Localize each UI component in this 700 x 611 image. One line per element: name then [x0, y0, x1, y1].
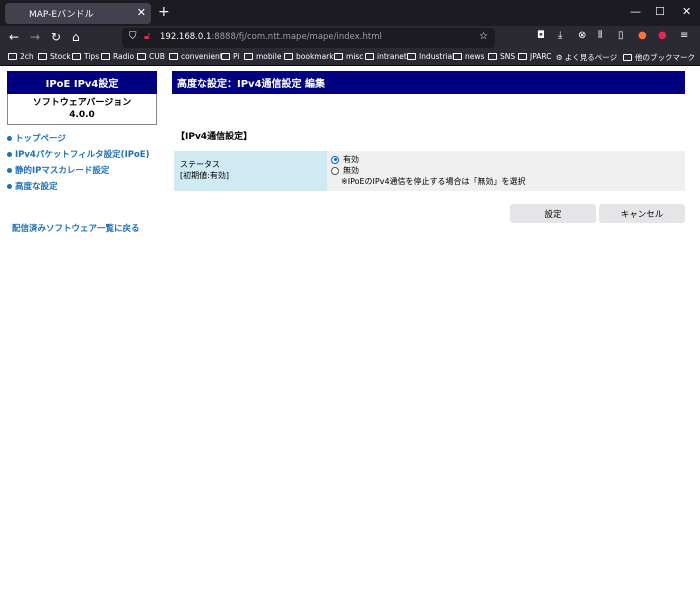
gear-icon: ⚙ [556, 53, 563, 62]
browser-window: MAP-Eバンドル ✕ + — ☐ ✕ ← → ↻ ⌂ ⛉ 🔓︎ 192.168… [0, 0, 700, 611]
bookmark-news[interactable]: news [453, 52, 484, 61]
sidebar-item-top-page[interactable]: トップページ [7, 130, 150, 146]
shield-icon[interactable]: ⛉ [129, 31, 137, 42]
library-icon[interactable]: ⫴ [598, 30, 602, 41]
folder-icon [407, 53, 416, 60]
bookmark-bookmark[interactable]: bookmark [284, 52, 334, 61]
page-title: 高度な設定：IPv4通信設定 編集 [172, 71, 685, 94]
bookmark-frequent-pages[interactable]: ⚙ よく見るページ [556, 52, 617, 63]
page-content: IPoE IPv4設定 ソフトウェアバージョン 4.0.0 トップページ IPv… [0, 66, 700, 611]
bookmark-other[interactable]: 他のブックマーク [623, 52, 695, 63]
folder-icon [284, 53, 293, 60]
version-label: ソフトウェアバージョン [32, 98, 132, 108]
reload-icon[interactable]: ↻ [51, 30, 61, 44]
sidebar-title: IPoE IPv4設定 [7, 71, 157, 94]
new-tab-icon[interactable]: + [158, 4, 170, 20]
radio-enabled[interactable] [331, 155, 339, 164]
bookmarks-toolbar: 2ch Stock Tips Radio CUB convenient Pi m… [0, 50, 700, 66]
bookmark-convenient[interactable]: convenient [169, 52, 223, 61]
radio-disabled[interactable] [331, 166, 339, 175]
bookmark-misc[interactable]: misc [334, 52, 363, 61]
folder-icon [72, 53, 81, 60]
pocket-icon[interactable]: ◘ [537, 30, 545, 41]
navigation-bar: ← → ↻ ⌂ ⛉ 🔓︎ 192.168.0.1:8888/fj/com.ntt… [0, 26, 700, 50]
bookmark-cub[interactable]: CUB [137, 52, 165, 61]
folder-icon [518, 53, 527, 60]
folder-icon [453, 53, 462, 60]
recorder-icon[interactable]: ● [658, 30, 667, 41]
version-value: 4.0.0 [69, 110, 95, 120]
status-label-cell: ステータス [初期値:有効] [174, 151, 327, 191]
status-setting-row: ステータス [初期値:有効] 有効 無効 ※IPoEのIPv4通信を停止する場合… [174, 151, 685, 191]
folder-icon [334, 53, 343, 60]
version-box: ソフトウェアバージョン 4.0.0 [7, 94, 157, 125]
folder-icon [38, 53, 47, 60]
bookmark-radio[interactable]: Radio [101, 52, 134, 61]
folder-icon [623, 54, 632, 61]
folder-icon [169, 53, 178, 60]
url-bar[interactable]: ⛉ 🔓︎ 192.168.0.1:8888/fj/com.ntt.mape/ma… [122, 28, 495, 48]
folder-icon [488, 53, 497, 60]
extension-icon[interactable]: ● [638, 30, 647, 41]
bookmark-jparc[interactable]: JPARC [518, 52, 551, 61]
download-icon[interactable]: ⤓ [558, 30, 562, 41]
folder-icon [8, 53, 17, 60]
status-label: ステータス [180, 160, 220, 169]
menu-icon[interactable]: ≡ [680, 30, 688, 41]
bullet-icon [7, 183, 12, 189]
close-circle-icon[interactable]: ⊗ [578, 30, 586, 41]
back-icon[interactable]: ← [9, 30, 19, 44]
tab-title: MAP-Eバンドル [29, 10, 94, 20]
folder-icon [365, 53, 374, 60]
bookmark-2ch[interactable]: 2ch [8, 52, 34, 61]
bookmark-industrial[interactable]: Industrial [407, 52, 454, 61]
url-host: 192.168.0.1 [160, 32, 212, 42]
save-button[interactable]: 設定 [510, 204, 596, 223]
bookmark-star-icon[interactable]: ☆ [479, 31, 488, 42]
tab-bar: MAP-Eバンドル ✕ + — ☐ ✕ [0, 0, 700, 26]
home-icon[interactable]: ⌂ [72, 30, 80, 44]
bookmark-intranet[interactable]: intranet [365, 52, 407, 61]
minimize-icon[interactable]: — [630, 5, 641, 18]
bookmark-pi[interactable]: Pi [221, 52, 239, 61]
folder-icon [137, 53, 146, 60]
bullet-icon [7, 151, 12, 157]
folder-icon [101, 53, 110, 60]
option-disabled[interactable]: 無効 [331, 165, 681, 176]
sidebar-item-advanced[interactable]: 高度な設定 [7, 178, 150, 194]
bookmark-tips[interactable]: Tips [72, 52, 99, 61]
bookmark-stock[interactable]: Stock [38, 52, 71, 61]
insecure-lock-icon[interactable]: 🔓︎ [144, 31, 150, 42]
forward-icon[interactable]: → [30, 30, 40, 44]
tab-active[interactable]: MAP-Eバンドル ✕ [5, 3, 151, 24]
status-note: ※IPoEのIPv4通信を停止する場合は「無効」を選択 [341, 177, 526, 186]
close-window-icon[interactable]: ✕ [682, 5, 691, 18]
bullet-icon [7, 135, 12, 141]
sidebar-icon[interactable]: ▯ [618, 30, 624, 41]
folder-icon [221, 53, 230, 60]
maximize-icon[interactable]: ☐ [655, 5, 665, 18]
status-default: [初期値:有効] [180, 171, 229, 180]
bullet-icon [7, 167, 12, 173]
sidebar-item-static-masquerade[interactable]: 静的IPマスカレード設定 [7, 162, 150, 178]
back-to-software-list-link[interactable]: 配信済みソフトウェア一覧に戻る [12, 222, 140, 234]
bookmark-mobile[interactable]: mobile [244, 52, 281, 61]
url-path: :8888/fj/com.ntt.mape/mape/index.html [211, 32, 382, 42]
close-tab-icon[interactable]: ✕ [137, 6, 146, 19]
option-enabled[interactable]: 有効 [331, 154, 681, 165]
sidebar-item-ipv4-filter[interactable]: IPv4パケットフィルタ設定(IPoE) [7, 146, 150, 162]
sidebar-nav: トップページ IPv4パケットフィルタ設定(IPoE) 静的IPマスカレード設定… [7, 130, 150, 194]
cancel-button[interactable]: キャンセル [599, 204, 685, 223]
url-text[interactable]: 192.168.0.1:8888/fj/com.ntt.mape/mape/in… [160, 32, 382, 42]
bookmark-sns[interactable]: SNS [488, 52, 515, 61]
section-title: 【IPv4通信設定】 [176, 132, 253, 142]
status-value-cell: 有効 無効 ※IPoEのIPv4通信を停止する場合は「無効」を選択 [327, 151, 685, 191]
folder-icon [244, 53, 253, 60]
